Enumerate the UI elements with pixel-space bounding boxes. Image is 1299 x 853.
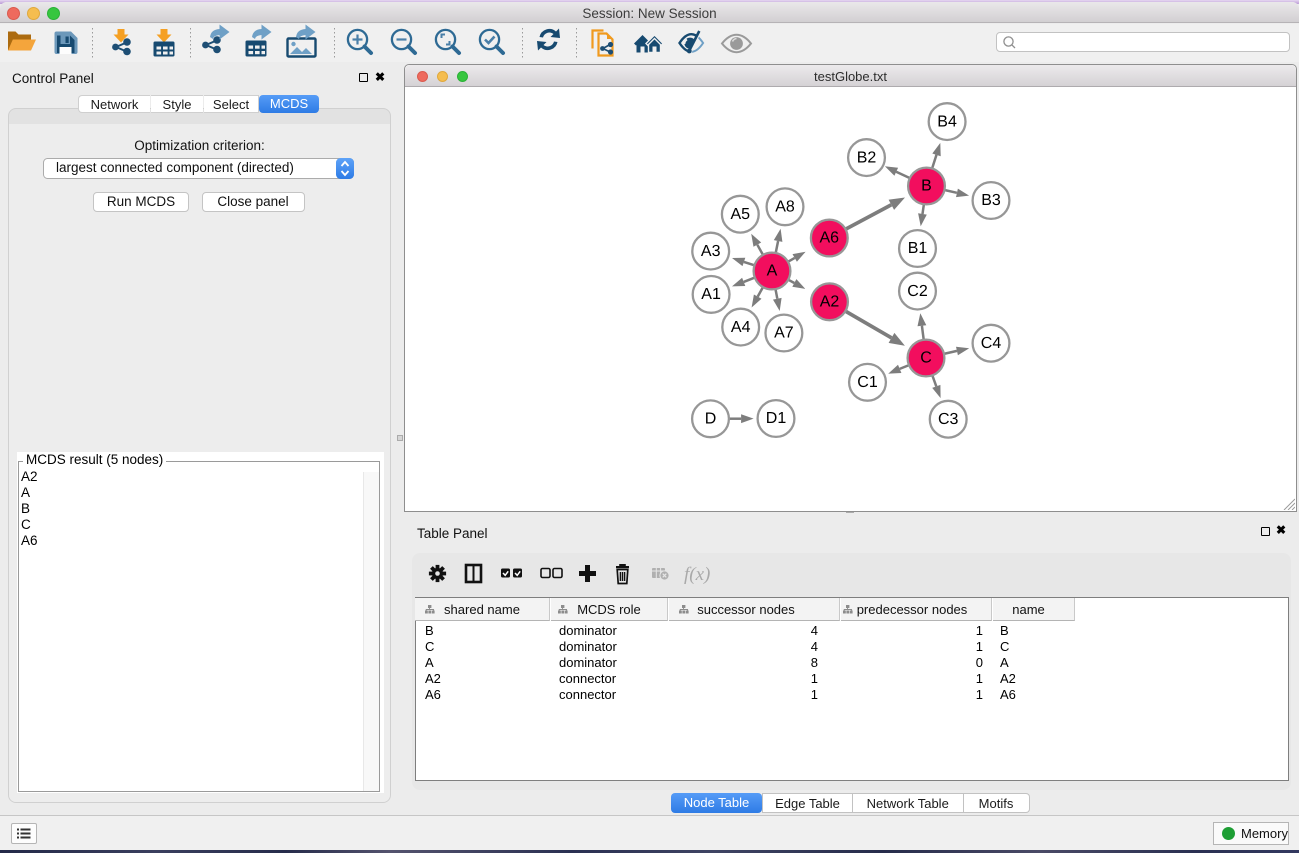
svg-text:A3: A3 xyxy=(701,243,721,260)
svg-text:A7: A7 xyxy=(774,325,794,342)
svg-text:B2: B2 xyxy=(857,149,877,166)
svg-text:C3: C3 xyxy=(938,411,959,428)
svg-text:A6: A6 xyxy=(820,230,840,247)
svg-text:C4: C4 xyxy=(981,335,1002,352)
svg-text:B4: B4 xyxy=(937,113,957,130)
svg-text:B1: B1 xyxy=(908,240,928,257)
svg-text:A4: A4 xyxy=(731,319,751,336)
svg-text:D1: D1 xyxy=(766,410,787,427)
svg-text:B: B xyxy=(921,178,932,195)
svg-text:f(x): f(x) xyxy=(684,564,710,585)
svg-text:C: C xyxy=(920,350,932,367)
svg-text:C1: C1 xyxy=(857,374,878,391)
svg-text:A: A xyxy=(767,263,778,280)
svg-text:A5: A5 xyxy=(731,206,751,223)
svg-text:B3: B3 xyxy=(981,192,1001,209)
svg-text:C2: C2 xyxy=(907,283,928,300)
svg-text:A8: A8 xyxy=(775,199,795,216)
svg-text:A2: A2 xyxy=(820,294,840,311)
svg-text:D: D xyxy=(705,411,717,428)
svg-text:A1: A1 xyxy=(701,286,721,303)
